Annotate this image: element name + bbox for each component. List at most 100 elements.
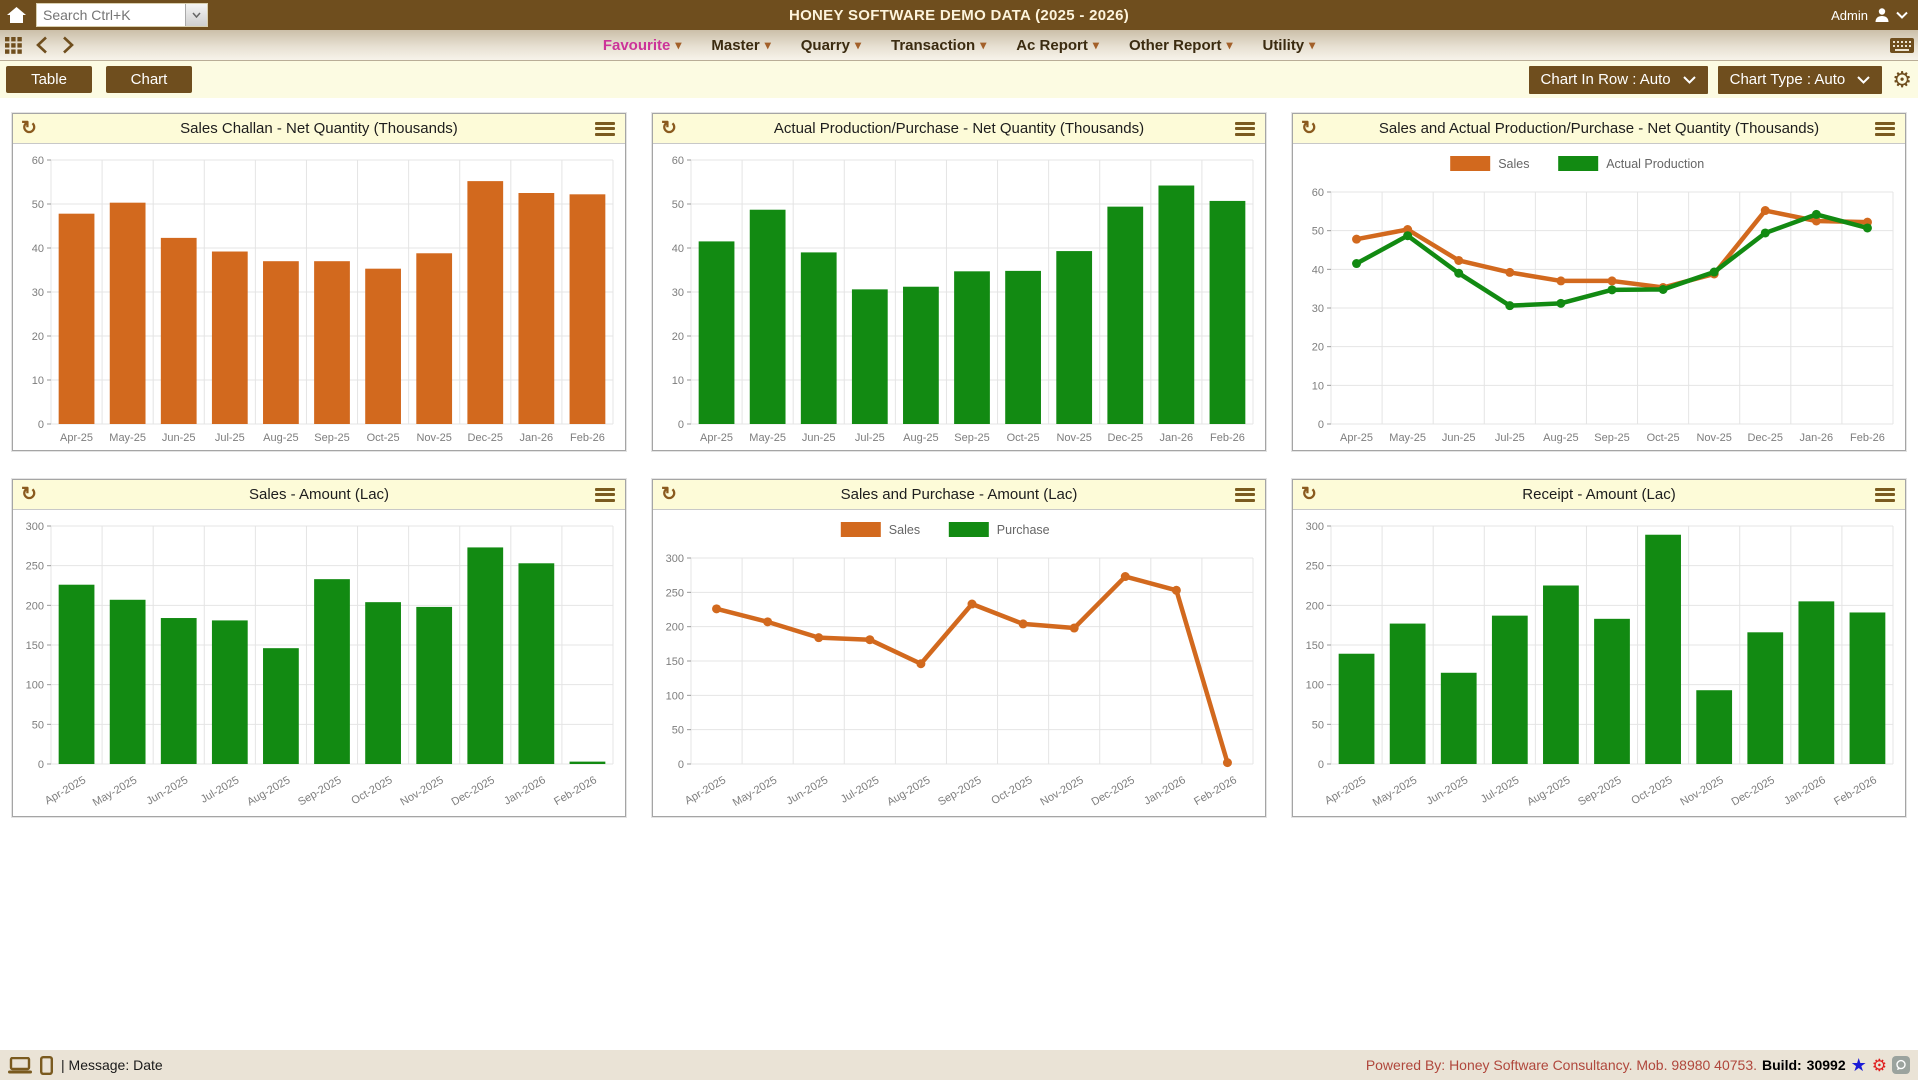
chart-menu-button[interactable] bbox=[1225, 479, 1265, 510]
refresh-button[interactable]: ↻ bbox=[1293, 485, 1325, 504]
svg-text:Apr-25: Apr-25 bbox=[1340, 432, 1373, 444]
nav-bar: Favourite▾ Master▾ Quarry▾ Transaction▾ … bbox=[0, 30, 1918, 61]
svg-text:250: 250 bbox=[666, 587, 684, 599]
refresh-button[interactable]: ↻ bbox=[653, 485, 685, 504]
chart-panel-receipt-amount: ↻ Receipt - Amount (Lac) 050100150200250… bbox=[1292, 479, 1906, 817]
chart-panel-sales-challan: ↻ Sales Challan - Net Quantity (Thousand… bbox=[12, 113, 626, 451]
chart-menu-button[interactable] bbox=[585, 479, 625, 510]
chart-menu-button[interactable] bbox=[585, 113, 625, 144]
refresh-icon: ↻ bbox=[661, 484, 677, 505]
svg-text:0: 0 bbox=[678, 419, 684, 431]
svg-text:Jan-2026: Jan-2026 bbox=[1142, 774, 1188, 807]
svg-text:30: 30 bbox=[672, 287, 684, 299]
svg-text:Feb-2026: Feb-2026 bbox=[1192, 774, 1239, 808]
svg-text:Apr-25: Apr-25 bbox=[700, 432, 733, 444]
svg-text:Jul-25: Jul-25 bbox=[1495, 432, 1525, 444]
home-icon bbox=[7, 7, 26, 24]
menu-item-favourite[interactable]: Favourite▾ bbox=[603, 37, 682, 54]
refresh-button[interactable]: ↻ bbox=[653, 119, 685, 138]
svg-text:0: 0 bbox=[1318, 759, 1324, 771]
svg-text:200: 200 bbox=[666, 622, 684, 634]
refresh-button[interactable]: ↻ bbox=[1293, 119, 1325, 138]
svg-text:10: 10 bbox=[1312, 380, 1324, 392]
svg-text:10: 10 bbox=[672, 375, 684, 387]
svg-text:300: 300 bbox=[1306, 521, 1324, 533]
svg-text:Feb-26: Feb-26 bbox=[570, 432, 605, 444]
svg-text:Jan-26: Jan-26 bbox=[520, 432, 554, 444]
refresh-button[interactable]: ↻ bbox=[13, 119, 45, 138]
menu-item-other-report[interactable]: Other Report▾ bbox=[1129, 37, 1233, 54]
admin-label: Admin bbox=[1831, 8, 1868, 23]
svg-text:Jun-25: Jun-25 bbox=[802, 432, 836, 444]
svg-text:Oct-2025: Oct-2025 bbox=[349, 774, 394, 807]
refresh-icon: ↻ bbox=[1301, 484, 1317, 505]
svg-text:Sep-2025: Sep-2025 bbox=[296, 774, 343, 808]
svg-text:Nov-2025: Nov-2025 bbox=[398, 774, 445, 808]
mobile-view-button[interactable] bbox=[40, 1056, 53, 1075]
star-icon[interactable]: ★ bbox=[1851, 1056, 1867, 1074]
settings-gear-icon[interactable]: ⚙ bbox=[1892, 69, 1912, 91]
desktop-view-button[interactable] bbox=[8, 1057, 32, 1074]
search-dropdown-button[interactable] bbox=[185, 4, 207, 26]
menu-item-transaction[interactable]: Transaction▾ bbox=[891, 37, 986, 54]
svg-text:50: 50 bbox=[1312, 719, 1324, 731]
keyboard-icon bbox=[1890, 38, 1914, 53]
table-button[interactable]: Table bbox=[6, 66, 92, 93]
menu-item-master[interactable]: Master▾ bbox=[711, 37, 770, 54]
svg-text:40: 40 bbox=[672, 243, 684, 255]
svg-text:Feb-2026: Feb-2026 bbox=[552, 774, 599, 808]
svg-text:60: 60 bbox=[32, 155, 44, 167]
chart-in-row-dropdown[interactable]: Chart In Row : Auto bbox=[1529, 66, 1708, 94]
svg-text:100: 100 bbox=[1306, 680, 1324, 692]
chart-button[interactable]: Chart bbox=[106, 66, 192, 93]
svg-text:100: 100 bbox=[26, 680, 44, 692]
laptop-icon bbox=[8, 1057, 32, 1074]
svg-text:Aug-2025: Aug-2025 bbox=[1525, 774, 1572, 808]
svg-text:30: 30 bbox=[32, 287, 44, 299]
svg-text:60: 60 bbox=[1312, 187, 1324, 199]
svg-text:Oct-2025: Oct-2025 bbox=[989, 774, 1034, 807]
chevron-down-icon bbox=[192, 12, 201, 18]
svg-text:Dec-25: Dec-25 bbox=[1108, 432, 1143, 444]
svg-text:Oct-25: Oct-25 bbox=[1647, 432, 1680, 444]
svg-text:Actual Production: Actual Production bbox=[1606, 157, 1704, 171]
admin-menu[interactable]: Admin bbox=[1831, 7, 1918, 23]
svg-text:May-25: May-25 bbox=[749, 432, 786, 444]
svg-text:Jul-25: Jul-25 bbox=[215, 432, 245, 444]
menu-item-utility[interactable]: Utility▾ bbox=[1262, 37, 1315, 54]
svg-text:60: 60 bbox=[672, 155, 684, 167]
menu-item-ac-report[interactable]: Ac Report▾ bbox=[1016, 37, 1099, 54]
chart-canvas: 050100150200250300Apr-2025May-2025Jun-20… bbox=[1293, 510, 1905, 816]
home-button[interactable] bbox=[0, 0, 32, 30]
chart-menu-button[interactable] bbox=[1225, 113, 1265, 144]
svg-text:Purchase: Purchase bbox=[997, 523, 1050, 537]
svg-text:Nov-25: Nov-25 bbox=[1696, 432, 1731, 444]
chart-menu-button[interactable] bbox=[1865, 113, 1905, 144]
menu-item-quarry[interactable]: Quarry▾ bbox=[801, 37, 861, 54]
svg-text:Jul-2025: Jul-2025 bbox=[839, 774, 882, 805]
whatsapp-icon[interactable] bbox=[1892, 1056, 1910, 1074]
svg-text:Feb-2026: Feb-2026 bbox=[1832, 774, 1879, 808]
svg-text:Oct-25: Oct-25 bbox=[1007, 432, 1040, 444]
svg-text:Jul-25: Jul-25 bbox=[855, 432, 885, 444]
svg-text:Jun-2025: Jun-2025 bbox=[1424, 774, 1470, 807]
refresh-button[interactable]: ↻ bbox=[13, 485, 45, 504]
support-gear-icon[interactable]: ⚙ bbox=[1872, 1057, 1887, 1074]
svg-text:Oct-2025: Oct-2025 bbox=[1629, 774, 1674, 807]
svg-text:Dec-2025: Dec-2025 bbox=[1089, 774, 1136, 808]
search-input[interactable] bbox=[37, 4, 185, 26]
svg-text:Jan-2026: Jan-2026 bbox=[1782, 774, 1828, 807]
svg-text:Jun-2025: Jun-2025 bbox=[144, 774, 190, 807]
svg-text:Jun-25: Jun-25 bbox=[162, 432, 196, 444]
dropdown-arrow-icon: ▾ bbox=[855, 38, 861, 52]
dropdown-arrow-icon: ▾ bbox=[1226, 38, 1232, 52]
chart-menu-button[interactable] bbox=[1865, 479, 1905, 510]
status-message: | Message: Date bbox=[61, 1057, 163, 1073]
svg-text:Apr-2025: Apr-2025 bbox=[43, 774, 88, 807]
chart-type-dropdown[interactable]: Chart Type : Auto bbox=[1718, 66, 1883, 94]
chart-title: Sales Challan - Net Quantity (Thousands) bbox=[13, 120, 625, 137]
keyboard-button[interactable] bbox=[1890, 38, 1914, 53]
chart-canvas: 0102030405060Apr-25May-25Jun-25Jul-25Aug… bbox=[1293, 144, 1905, 450]
svg-text:20: 20 bbox=[1312, 342, 1324, 354]
svg-text:200: 200 bbox=[26, 600, 44, 612]
